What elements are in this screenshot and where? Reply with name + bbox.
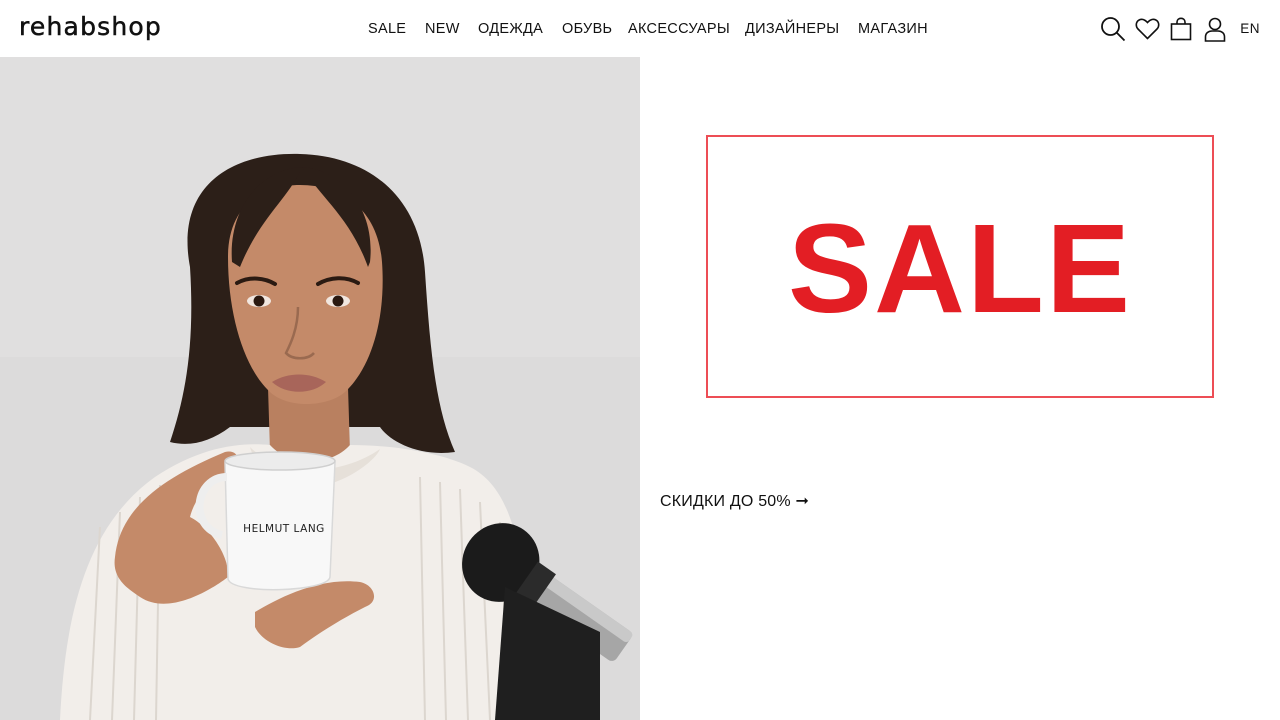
nav-item-designers[interactable]: ДИЗАЙНЕРЫ bbox=[745, 20, 839, 38]
search-icon[interactable] bbox=[1100, 15, 1126, 43]
bag-icon[interactable] bbox=[1168, 15, 1194, 43]
site-header: rehabshop SALE NEW ОДЕЖДА ОБУВЬ АКСЕССУА… bbox=[0, 0, 1280, 57]
nav-item-new[interactable]: NEW bbox=[425, 20, 459, 38]
nav-item-clothing[interactable]: ОДЕЖДА bbox=[478, 20, 543, 38]
nav-item-store[interactable]: МАГАЗИН bbox=[858, 20, 928, 38]
hero-photo: HELMUT LANG bbox=[0, 57, 640, 720]
nav-item-sale[interactable]: SALE bbox=[368, 20, 406, 38]
sale-discount-link[interactable]: СКИДКИ ДО 50% ➞ bbox=[660, 492, 809, 512]
language-switch[interactable]: EN bbox=[1240, 15, 1260, 43]
mug-label: HELMUT LANG bbox=[243, 523, 325, 535]
mug-shape bbox=[224, 453, 336, 591]
hero-image[interactable]: HELMUT LANG bbox=[0, 57, 640, 720]
nav-item-accessories[interactable]: АКСЕССУАРЫ bbox=[628, 20, 730, 38]
heart-icon[interactable] bbox=[1134, 15, 1160, 43]
header-actions: EN bbox=[1100, 15, 1260, 43]
sale-banner-text: SALE bbox=[787, 197, 1133, 339]
user-icon[interactable] bbox=[1202, 15, 1228, 43]
site-logo[interactable]: rehabshop bbox=[19, 9, 162, 45]
sale-banner[interactable]: SALE bbox=[706, 135, 1214, 398]
nav-item-shoes[interactable]: ОБУВЬ bbox=[562, 20, 612, 38]
main-nav: SALE NEW ОДЕЖДА ОБУВЬ АКСЕССУАРЫ ДИЗАЙНЕ… bbox=[368, 20, 928, 38]
